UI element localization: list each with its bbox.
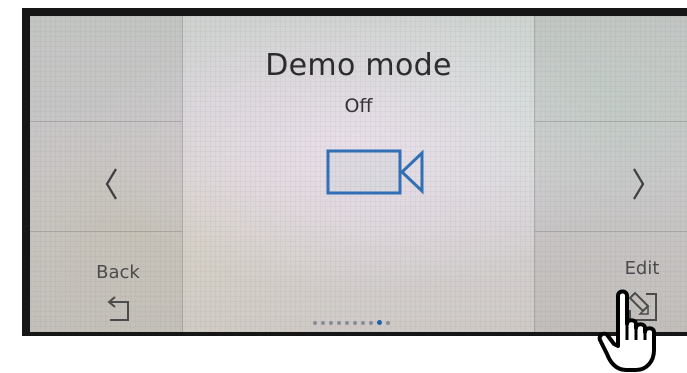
page-dot	[361, 320, 365, 325]
divider	[535, 231, 687, 232]
page-dot	[369, 320, 373, 325]
back-button[interactable]: Back	[78, 256, 158, 328]
return-arrow-icon	[107, 296, 129, 321]
page-dot	[321, 320, 325, 325]
page-indicator	[313, 320, 390, 325]
page-dot-active	[377, 320, 382, 325]
page-dot	[329, 320, 333, 325]
setting-value: Off	[344, 95, 373, 117]
edit-label: Edit	[624, 258, 660, 279]
setting-title: Demo mode	[265, 48, 452, 83]
chevron-left-icon	[105, 168, 117, 200]
device-bezel: Demo mode Off Back Edit	[22, 8, 687, 336]
video-camera-icon	[326, 149, 424, 195]
divider	[30, 231, 182, 232]
display-screen: Demo mode Off Back Edit	[30, 16, 687, 332]
back-label: Back	[96, 262, 140, 283]
page-dot	[386, 320, 390, 325]
chevron-right-icon	[633, 168, 645, 200]
divider	[535, 121, 687, 122]
hand-pointer-icon	[597, 289, 656, 372]
page-dot	[353, 320, 357, 325]
divider	[30, 121, 182, 122]
page-dot	[313, 320, 317, 325]
next-button[interactable]	[624, 166, 652, 202]
previous-button[interactable]	[98, 166, 126, 202]
page-dot	[337, 320, 341, 325]
page-dot	[345, 320, 349, 325]
